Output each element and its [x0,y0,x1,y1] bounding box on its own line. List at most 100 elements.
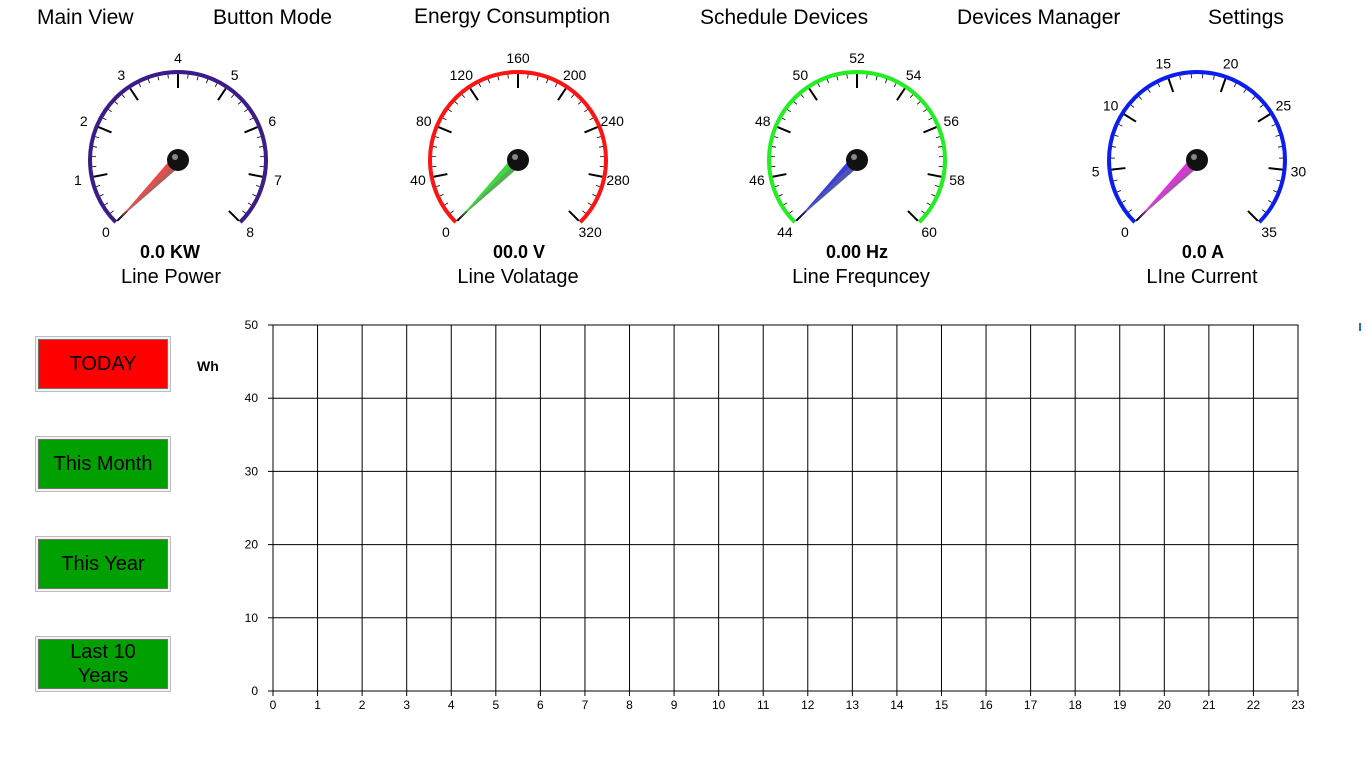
line-power-label: Line Power [120,266,222,288]
nav-settings[interactable]: Settings [1206,5,1286,31]
line-frequency-tick-label: 58 [949,172,965,188]
line-power-minor-tick [110,210,114,214]
line-current-tick-label: 30 [1291,163,1307,179]
line-voltage-minor-tick [450,210,454,214]
x-tick-label: 6 [537,698,544,712]
line-power-minor-tick [114,101,119,105]
line-frequency-minor-tick [793,101,798,105]
line-frequency-minor-tick [885,79,888,84]
line-power-readout: 0.0 KW [139,242,200,262]
line-power-gauge: 0 1 2 3 4 5 6 7 8 [74,50,282,240]
line-voltage-tick-label: 120 [450,67,474,83]
line-power-minor-tick [242,210,246,214]
line-voltage-major-tick [588,173,603,178]
last-10-years-button[interactable]: Last 10 Years [35,636,171,692]
line-power-minor-tick [99,193,104,197]
x-tick-label: 9 [671,698,678,712]
line-frequency-minor-tick [926,202,931,206]
line-voltage-tick-label: 320 [578,224,602,240]
line-frequency-minor-tick [774,136,779,139]
x-tick-label: 22 [1247,698,1261,712]
x-tick-label: 18 [1068,698,1082,712]
this-month-button[interactable]: This Month [35,436,171,492]
line-current-minor-tick [1122,200,1126,203]
x-tick-label: 0 [270,698,277,712]
line-current-hub [1186,149,1208,171]
plot-area [272,324,1299,692]
line-voltage-hub [507,149,529,171]
line-power-minor-tick [244,109,248,113]
line-power-minor-tick [256,136,261,139]
line-frequency-minor-tick [923,109,927,113]
line-voltage-gauge: 0 40 80 120 160 200 240 280 320 [410,50,630,240]
line-power-minor-tick [157,76,160,81]
nav-energy-consumption[interactable]: Energy Consumption [412,4,612,30]
line-frequency-minor-tick [921,210,925,214]
line-current-major-tick [1247,210,1259,222]
line-voltage-arc [428,70,608,224]
energy-monitor-screen: Main View Button Mode Energy Consumption… [0,0,1366,768]
x-tick-label: 10 [712,698,726,712]
line-current-minor-tick [1252,96,1256,100]
line-power-tick-label: 2 [80,113,88,129]
chart-unit-label: Wh [197,358,219,374]
line-power-major-tick [129,87,139,101]
line-current-minor-tick [1213,75,1215,80]
line-voltage-minor-tick [478,83,482,88]
line-power-minor-tick [104,202,109,206]
x-tick-label: 8 [626,698,633,712]
line-frequency-tick-label: 46 [749,172,765,188]
nav-schedule-devices[interactable]: Schedule Devices [698,5,870,31]
line-frequency-major-tick [772,173,787,178]
line-voltage-minor-tick [598,146,604,148]
line-frequency-minor-tick [778,193,783,197]
last-10-years-button-face: Last 10 Years [38,639,168,689]
line-voltage-minor-tick [582,210,586,214]
x-tick-label: 13 [846,698,860,712]
line-frequency-major-tick [777,126,791,134]
line-power-minor-tick [237,101,242,105]
line-current-major-tick [1111,167,1126,171]
line-voltage-minor-tick [448,109,452,113]
line-current-minor-tick [1111,146,1117,148]
x-tick-label: 20 [1158,698,1172,712]
line-current-tick-label: 25 [1276,98,1292,114]
line-current-minor-tick [1275,134,1280,137]
line-power-major-tick [248,173,263,178]
nav-button-mode[interactable]: Button Mode [211,5,334,31]
line-current-minor-tick [1138,96,1142,100]
line-frequency-minor-tick [916,101,921,105]
line-frequency-minor-tick [909,94,914,98]
line-power-minor-tick [247,202,252,206]
x-tick-label: 11 [757,698,770,712]
x-tick-label: 7 [582,698,589,712]
line-frequency-tick-label: 48 [755,113,771,129]
line-current-label: LIne Current [1146,266,1258,288]
x-tick-label: 4 [448,698,455,712]
line-power-minor-tick [102,117,107,121]
line-voltage-label: Line Volatage [457,266,579,288]
this-year-button-face: This Year [38,539,168,589]
y-tick-label: 0 [251,684,258,698]
line-current-major-tick [1123,113,1137,123]
line-voltage-minor-tick [461,94,466,98]
line-voltage-readout: 00.0 V [492,242,546,262]
line-current-minor-tick [1147,89,1151,93]
line-current-minor-tick [1233,83,1237,88]
line-voltage-tick-label: 40 [410,172,426,188]
line-power-tick-label: 7 [274,172,282,188]
line-current-gauge: 0 5 10 15 20 25 30 35 [1092,56,1307,240]
x-tick-label: 3 [403,698,410,712]
today-button[interactable]: TODAY [35,336,171,392]
nav-devices-manager[interactable]: Devices Manager [955,5,1122,31]
y-tick-label: 50 [245,318,259,332]
nav-main-view[interactable]: Main View [35,5,136,31]
line-power-major-tick [228,210,240,222]
line-power-major-tick [98,126,112,134]
line-current-minor-tick [1117,190,1122,193]
line-voltage-tick-label: 0 [442,224,450,240]
x-tick-label: 21 [1202,698,1216,712]
this-year-button[interactable]: This Year [35,536,171,592]
line-frequency-tick-label: 60 [921,224,937,240]
line-frequency-major-tick [896,87,906,101]
